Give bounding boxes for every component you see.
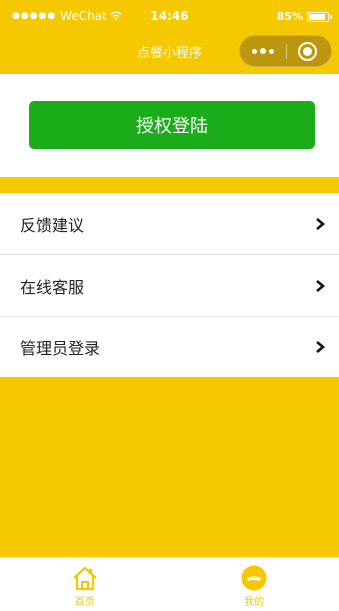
menu-item-label: 在线客服: [20, 277, 85, 297]
menu-item-label: 反馈建议: [20, 215, 85, 235]
tab-home[interactable]: 首页: [0, 558, 170, 611]
battery-percent: 85%: [276, 10, 303, 23]
tab-bar: 首页 我的: [0, 557, 339, 611]
auth-section: 授权登陆: [0, 74, 339, 177]
capsule-divider: [286, 44, 287, 59]
more-options-icon[interactable]: [240, 36, 286, 66]
nav-bar: 点餐小程序: [0, 30, 339, 74]
chevron-right-icon: [316, 279, 326, 292]
authorize-login-button[interactable]: 授权登陆: [29, 101, 315, 149]
tab-label: 我的: [244, 597, 265, 608]
capsule-menu: [239, 35, 332, 67]
chevron-right-icon: [316, 341, 326, 353]
menu-item-feedback[interactable]: 反馈建议: [0, 193, 339, 255]
status-battery: 85%: [276, 10, 332, 23]
close-miniprogram-icon[interactable]: [298, 42, 317, 61]
menu-item-customer-service[interactable]: 在线客服: [0, 255, 339, 317]
status-bar: ●●●●● WeChat 14:46 85%: [0, 0, 339, 30]
tab-profile[interactable]: 我的: [170, 558, 339, 611]
profile-icon: [241, 565, 267, 591]
menu-item-admin-login[interactable]: 管理员登录: [0, 317, 339, 377]
menu-item-label: 管理员登录: [20, 339, 101, 358]
menu-list: 反馈建议 在线客服 管理员登录: [0, 193, 339, 377]
battery-icon: [307, 11, 332, 22]
tab-label: 首页: [74, 597, 95, 608]
home-icon: [73, 566, 97, 591]
chevron-right-icon: [316, 217, 326, 230]
